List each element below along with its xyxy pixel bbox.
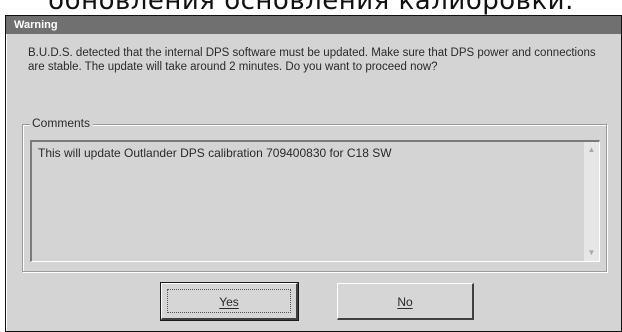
warning-dialog: Warning B.U.D.S. detected that the inter… <box>5 15 622 332</box>
no-button-label: No <box>397 295 413 309</box>
comments-textarea[interactable]: This will update Outlander DPS calibrati… <box>30 140 600 262</box>
scroll-up-arrow-icon[interactable]: ▲ <box>584 143 599 157</box>
comments-scrollbar[interactable]: ▲ ▼ <box>584 142 599 261</box>
warning-message: B.U.D.S. detected that the internal DPS … <box>28 47 596 73</box>
yes-button[interactable]: Yes <box>160 282 299 321</box>
dialog-title: Warning <box>6 16 621 34</box>
no-button[interactable]: No <box>337 283 474 320</box>
yes-button-label: Yes <box>219 295 239 309</box>
scroll-down-arrow-icon[interactable]: ▼ <box>584 246 599 260</box>
comments-label: Comments <box>30 115 94 131</box>
comments-text: This will update Outlander DPS calibrati… <box>38 146 392 160</box>
